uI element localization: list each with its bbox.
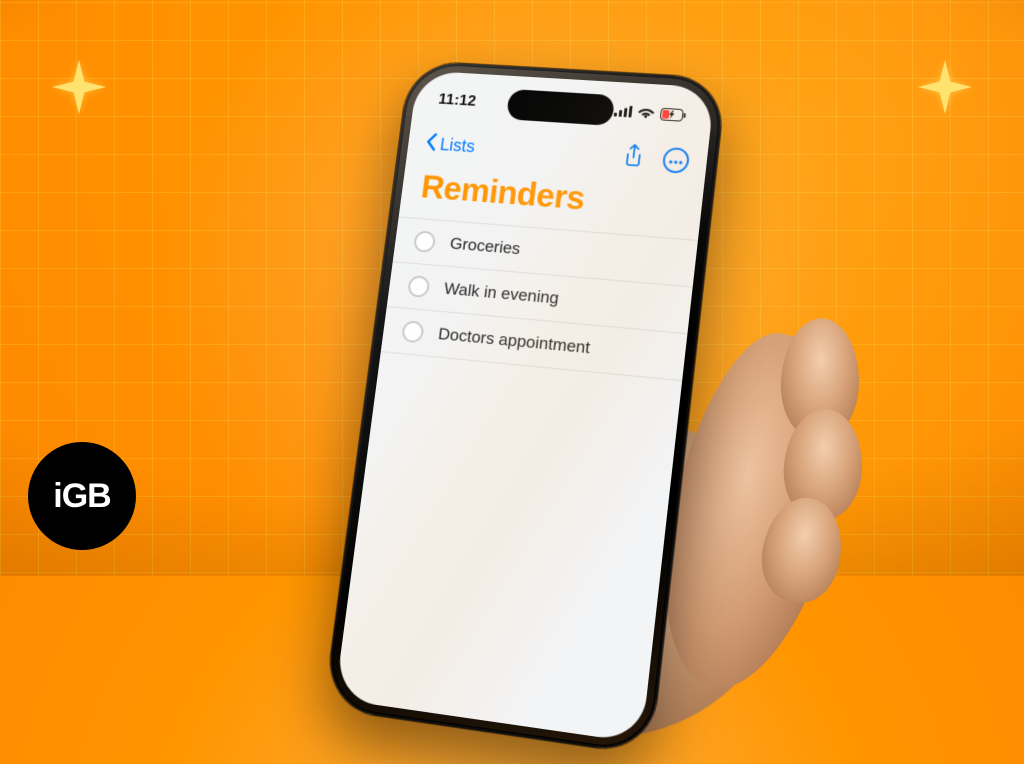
igb-logo-badge: iGB — [28, 442, 136, 550]
share-button[interactable] — [620, 145, 646, 170]
page-title: Reminders — [419, 169, 587, 218]
igb-logo-text: iGB — [53, 477, 110, 516]
reminder-checkbox[interactable] — [407, 275, 430, 298]
dynamic-island — [506, 89, 615, 126]
cellular-icon — [614, 105, 633, 118]
share-icon — [622, 143, 645, 172]
chevron-left-icon — [424, 132, 438, 156]
reminder-label: Walk in evening — [443, 278, 560, 309]
back-label: Lists — [439, 134, 476, 156]
wifi-icon — [637, 106, 655, 119]
reminder-label: Doctors appointment — [437, 324, 591, 360]
reminder-label: Groceries — [449, 233, 522, 260]
sparkle-icon — [918, 60, 972, 114]
phone-screen: 11:12 — [335, 70, 716, 743]
sparkle-icon — [52, 60, 106, 114]
battery-icon — [660, 107, 687, 121]
status-time: 11:12 — [437, 91, 477, 110]
more-button[interactable] — [662, 147, 691, 174]
reminder-checkbox[interactable] — [413, 230, 436, 253]
ellipsis-icon — [668, 151, 684, 169]
iphone-device: 11:12 — [321, 40, 730, 745]
back-button[interactable]: Lists — [424, 132, 477, 159]
reminder-list: Groceries Walk in evening Doctors appoin… — [381, 217, 698, 382]
reminder-checkbox[interactable] — [401, 320, 424, 343]
